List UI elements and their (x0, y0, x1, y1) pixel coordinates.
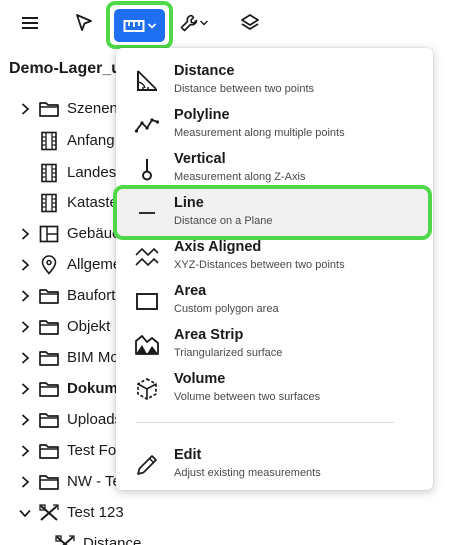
menu-item-vertical[interactable]: Vertical Measurement along Z-Axis (116, 146, 433, 190)
chevron-right-icon[interactable] (18, 444, 32, 458)
pointer-select-icon (76, 14, 92, 31)
menu-item-title: Axis Aligned (174, 239, 262, 255)
chevron-down-icon (200, 20, 208, 26)
polyline-icon (134, 112, 160, 138)
menu-item-subtitle: XYZ-Distances between two points (174, 259, 345, 271)
measure-tools-icon (54, 534, 76, 545)
menu-item-title: Edit (174, 447, 202, 463)
tree-item-label: Distance (83, 535, 142, 545)
floorplan-icon (38, 224, 60, 244)
chevron-right-icon[interactable] (18, 227, 32, 241)
tree-item-label: Test Fo (67, 442, 117, 459)
folder-icon (38, 410, 60, 430)
area-icon (134, 288, 160, 314)
folder-icon (38, 317, 60, 337)
menu-item-title: Polyline (174, 107, 230, 123)
tree-item-label: Test 123 (67, 504, 124, 521)
menu-item-subtitle: Custom polygon area (174, 303, 279, 315)
menu-item-title: Vertical (174, 151, 226, 167)
hamburger-menu-button[interactable] (14, 10, 46, 36)
menu-item-edit[interactable]: Edit Adjust existing measurements (116, 442, 433, 486)
chevron-right-icon[interactable] (18, 351, 32, 365)
menu-item-title: Area (174, 283, 207, 299)
chevron-right-icon[interactable] (18, 475, 32, 489)
measure-dropdown-menu: Distance Distance between two points Polyl… (113, 48, 433, 490)
chevron-down-icon (147, 22, 156, 29)
measure-tool-button[interactable] (114, 9, 165, 42)
toolbar (0, 0, 459, 49)
measure-tools-icon (38, 503, 60, 523)
folder-icon (38, 441, 60, 461)
tree-item-label: Gebäuc (67, 225, 120, 242)
ruler-icon (123, 19, 144, 32)
folder-icon (38, 99, 60, 119)
film-icon (38, 163, 60, 183)
layers-icon (241, 14, 259, 30)
pencil-icon (134, 452, 160, 478)
menu-item-subtitle: Distance on a Plane (174, 215, 273, 227)
menu-item-title: Distance (174, 63, 235, 79)
volume-cube-icon (134, 376, 160, 402)
chevron-right-icon[interactable] (18, 320, 32, 334)
menu-item-subtitle: Measurement along multiple points (174, 127, 345, 139)
menu-item-distance[interactable]: Distance Distance between two points (116, 58, 433, 102)
line-icon (134, 200, 160, 226)
menu-item-area-strip[interactable]: Area Strip Triangularized surface (116, 322, 433, 366)
menu-item-subtitle: Adjust existing measurements (174, 467, 321, 479)
tree-item-label: Baufort (67, 287, 116, 304)
tree-item[interactable]: Distance (0, 528, 459, 545)
tools-menu-button[interactable] (172, 8, 216, 38)
tree-item-label: BIM Mo (67, 349, 119, 366)
folder-icon (38, 348, 60, 368)
tree-item-label: Szenen (67, 100, 118, 117)
film-icon (38, 131, 60, 151)
chevron-right-icon[interactable] (18, 289, 32, 303)
menu-item-subtitle: Volume between two surfaces (174, 391, 321, 403)
chevron-down-icon[interactable] (18, 506, 32, 520)
layers-button[interactable] (234, 8, 266, 38)
tree-item-label: NW - Te (67, 473, 121, 490)
folder-icon (38, 472, 60, 492)
chevron-right-icon[interactable] (18, 413, 32, 427)
film-icon (38, 193, 60, 213)
menu-item-subtitle: Distance between two points (174, 83, 315, 95)
menu-item-area[interactable]: Area Custom polygon area (116, 278, 433, 322)
folder-icon (38, 379, 60, 399)
tree-item-label: Uploads (67, 411, 123, 428)
area-strip-icon (134, 332, 160, 358)
tree-item-label: Objekt (67, 318, 111, 335)
menu-item-axis-aligned[interactable]: Axis Aligned XYZ-Distances between two po… (116, 234, 433, 278)
tree-item[interactable]: Test 123 (0, 497, 459, 529)
menu-item-highlight (113, 185, 432, 240)
menu-item-title: Line (174, 195, 204, 211)
vertical-icon (134, 156, 160, 182)
chevron-right-icon[interactable] (18, 258, 32, 272)
distance-angle-icon (134, 68, 160, 94)
menu-item-polyline[interactable]: Polyline Measurement along multiple point… (116, 102, 433, 146)
chevron-right-icon[interactable] (18, 382, 32, 396)
app-window: Demo-Lager_u Szenen Anfang Landes Kataste Ge… (0, 0, 459, 545)
tree-item-label: Kataste (67, 194, 118, 211)
menu-item-line[interactable]: Line Distance on a Plane (113, 185, 433, 240)
select-tool-button[interactable] (68, 8, 100, 38)
hamburger-menu-icon (22, 17, 38, 29)
menu-item-subtitle: Triangularized surface (174, 347, 283, 359)
menu-item-subtitle: Measurement along Z-Axis (174, 171, 306, 183)
chevron-right-icon[interactable] (18, 102, 32, 116)
tree-item-label: Allgeme (67, 256, 122, 273)
measure-tool-highlight (106, 1, 173, 49)
menu-item-title: Volume (174, 371, 226, 387)
tree-item-label: Anfang (67, 132, 115, 149)
menu-item-title: Area Strip (174, 327, 244, 343)
map-pin-icon (38, 255, 60, 275)
menu-separator (136, 422, 394, 423)
folder-icon (38, 286, 60, 306)
project-title: Demo-Lager_u (9, 60, 122, 77)
menu-item-volume[interactable]: Volume Volume between two surfaces (116, 366, 433, 410)
axis-aligned-icon (134, 244, 160, 270)
tree-item-label: Landes (67, 164, 117, 181)
wrench-icon (180, 14, 198, 32)
